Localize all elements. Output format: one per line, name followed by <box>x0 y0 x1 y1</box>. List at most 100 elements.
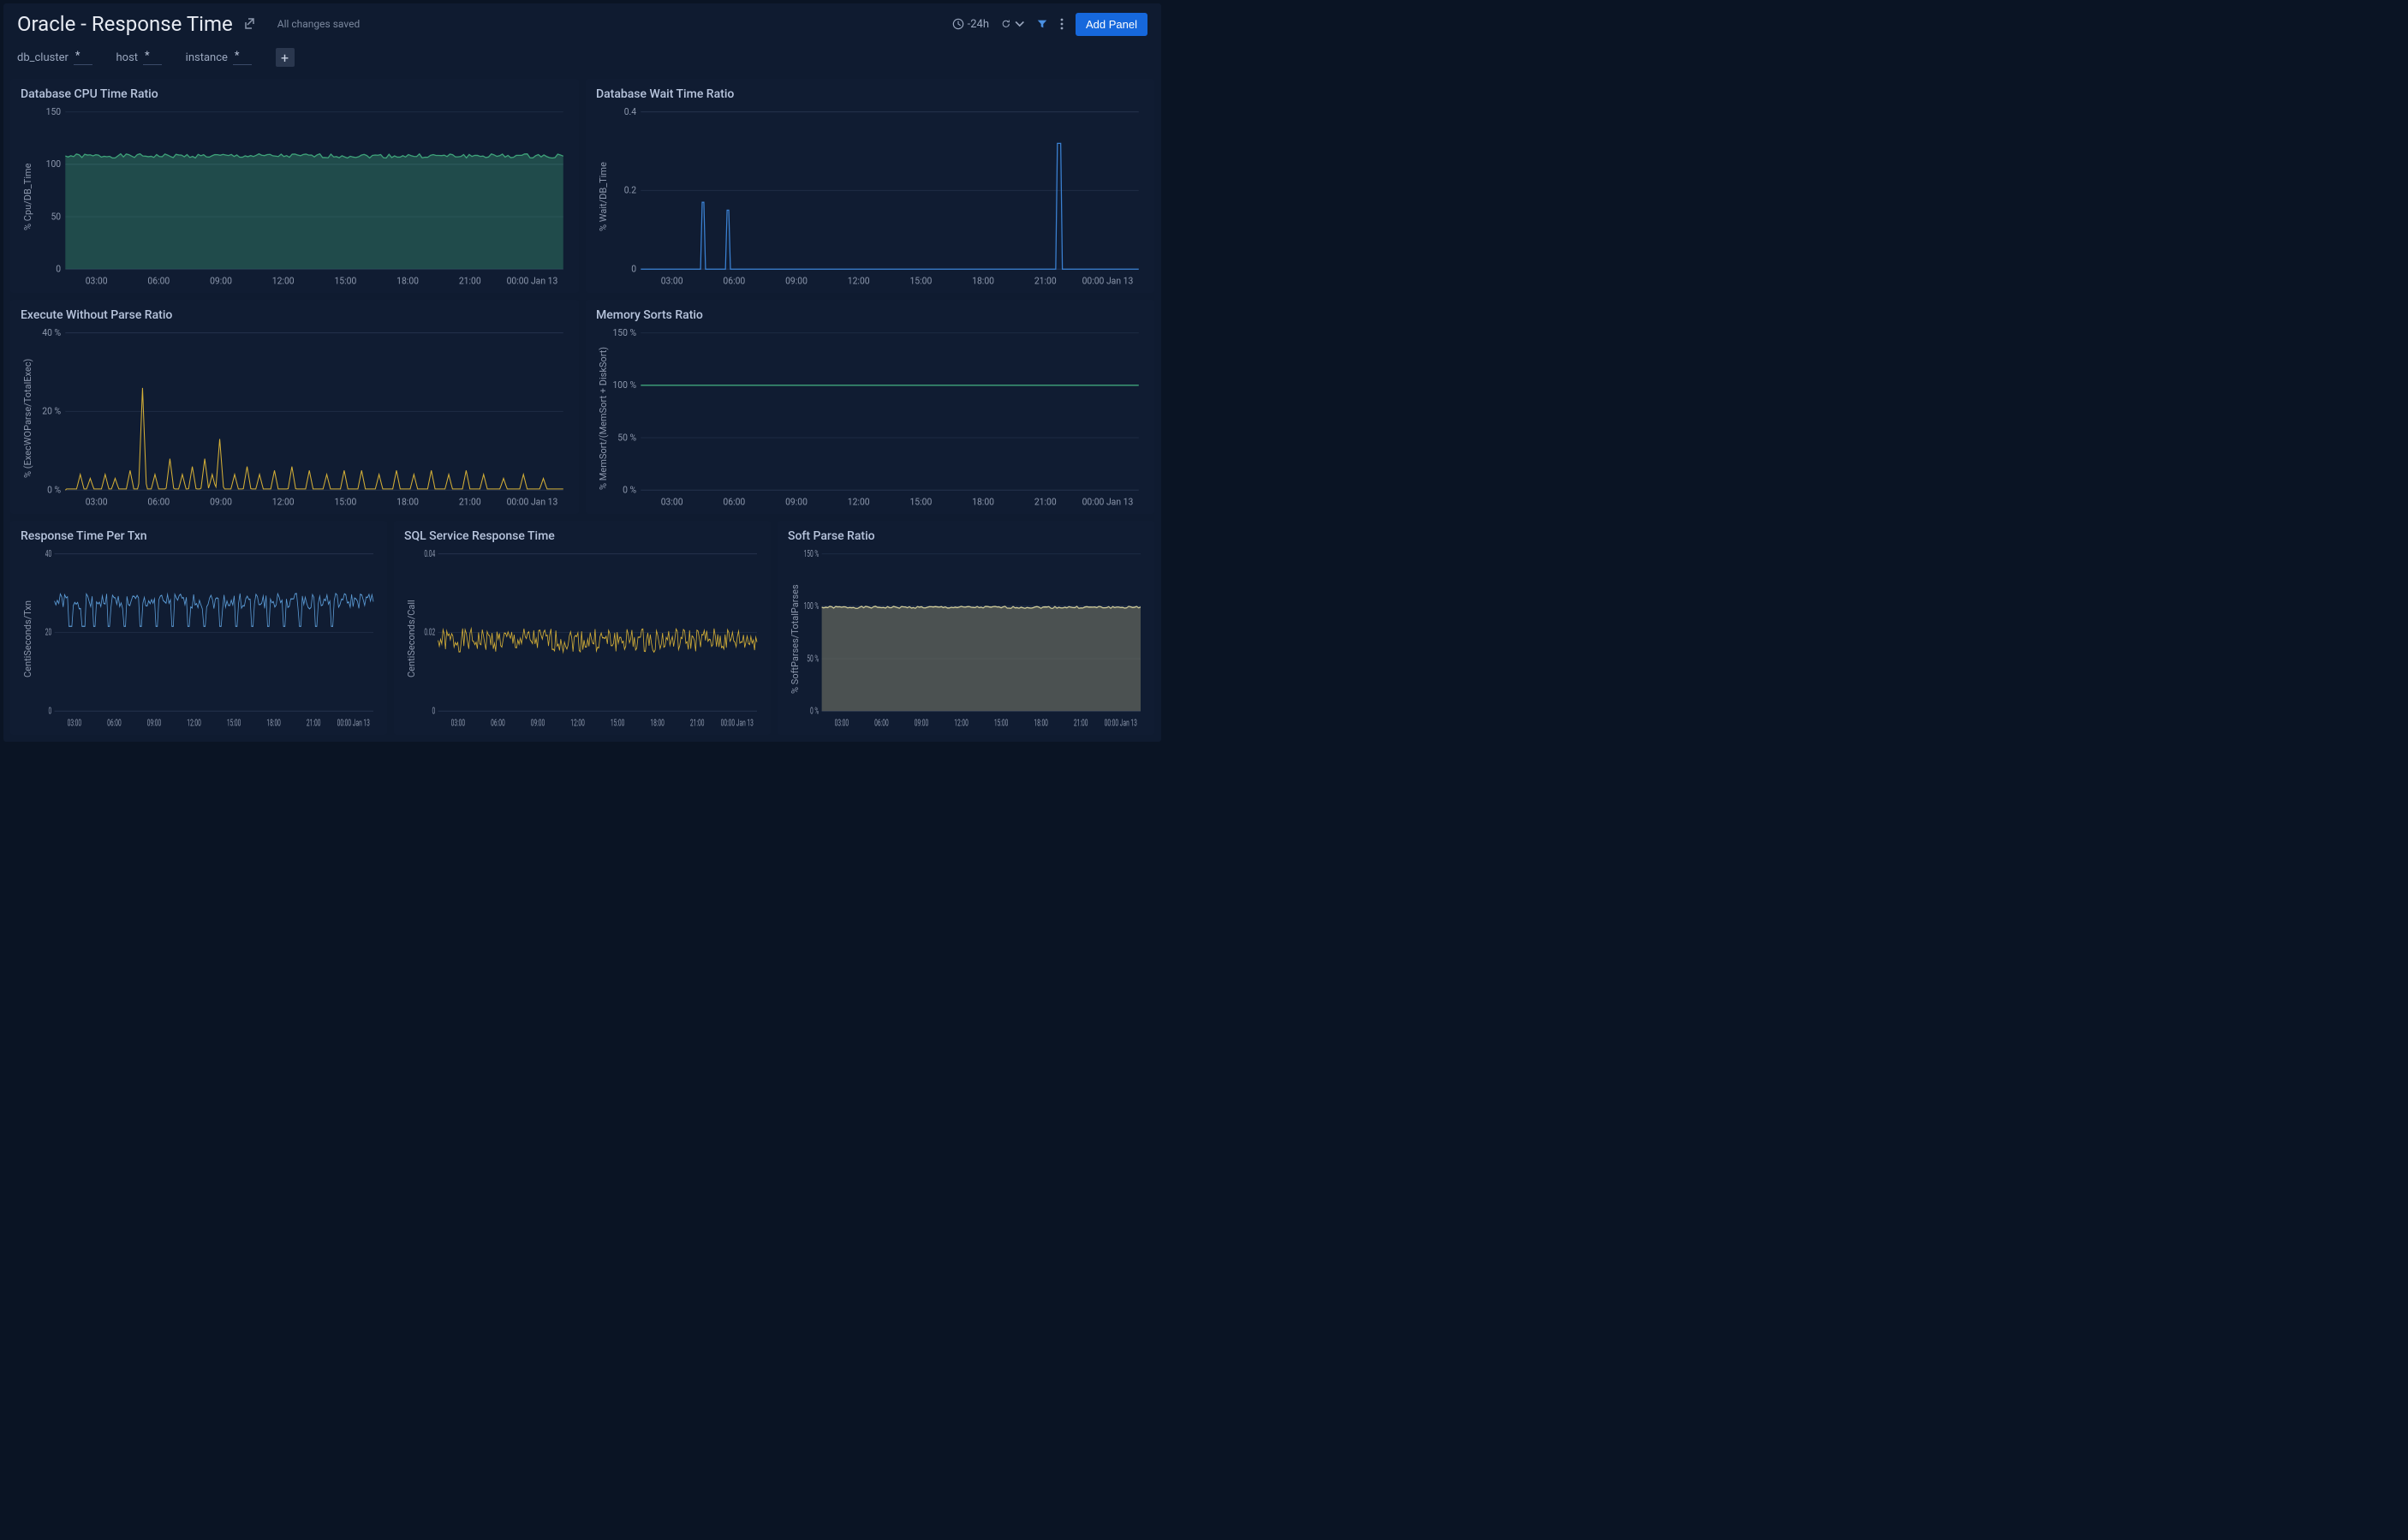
panel-wait-time-ratio[interactable]: Database Wait Time Ratio % Wait/DB_Time … <box>586 79 1154 293</box>
svg-text:15:00: 15:00 <box>909 275 932 286</box>
svg-text:15:00: 15:00 <box>611 719 625 729</box>
panel-sql-service-response-time[interactable]: SQL Service Response Time CentiSeconds/C… <box>394 521 771 735</box>
svg-text:20 %: 20 % <box>42 405 61 416</box>
svg-text:03:00: 03:00 <box>86 496 108 507</box>
panel-title: Execute Without Parse Ratio <box>21 308 569 322</box>
filter-value: * <box>74 50 92 65</box>
svg-text:50 %: 50 % <box>617 432 636 443</box>
svg-text:40 %: 40 % <box>42 327 61 338</box>
svg-text:09:00: 09:00 <box>147 719 162 729</box>
svg-text:15:00: 15:00 <box>334 496 356 507</box>
clock-icon <box>952 18 964 30</box>
refresh-icon <box>1001 19 1011 29</box>
kebab-icon <box>1060 18 1064 30</box>
refresh-button[interactable] <box>1001 19 1024 29</box>
svg-text:0.2: 0.2 <box>624 184 636 195</box>
svg-text:00:00 Jan 13: 00:00 Jan 13 <box>507 496 558 507</box>
svg-text:12:00: 12:00 <box>570 719 585 729</box>
panel-memory-sorts-ratio[interactable]: Memory Sorts Ratio % MemSort/(MemSort + … <box>586 300 1154 514</box>
svg-text:21:00: 21:00 <box>1034 496 1057 507</box>
y-axis-label: % (ExecWOParse/TotalExec) <box>21 325 35 510</box>
svg-text:150 %: 150 % <box>612 327 636 338</box>
svg-text:06:00: 06:00 <box>491 719 505 729</box>
svg-text:0.04: 0.04 <box>424 549 435 559</box>
svg-text:18:00: 18:00 <box>972 275 994 286</box>
y-axis-label: % MemSort/(MemSort + DiskSort) <box>596 325 611 510</box>
svg-text:12:00: 12:00 <box>187 719 201 729</box>
svg-text:03:00: 03:00 <box>86 275 108 286</box>
plus-icon: + <box>281 50 289 66</box>
svg-text:09:00: 09:00 <box>915 719 929 729</box>
panel-title: Soft Parse Ratio <box>788 529 1144 543</box>
svg-text:12:00: 12:00 <box>848 275 870 286</box>
svg-text:06:00: 06:00 <box>107 719 122 729</box>
svg-text:15:00: 15:00 <box>334 275 356 286</box>
filter-bar: db_cluster * host * instance * + <box>3 43 1161 79</box>
panel-execute-without-parse[interactable]: Execute Without Parse Ratio % (ExecWOPar… <box>10 300 579 514</box>
svg-text:06:00: 06:00 <box>723 496 745 507</box>
svg-text:09:00: 09:00 <box>210 496 232 507</box>
svg-text:0: 0 <box>432 707 436 717</box>
time-range-picker[interactable]: -24h <box>952 18 989 31</box>
svg-text:18:00: 18:00 <box>396 496 419 507</box>
svg-text:0: 0 <box>49 707 52 717</box>
svg-text:00:00 Jan 13: 00:00 Jan 13 <box>507 275 558 286</box>
svg-text:15:00: 15:00 <box>994 719 1009 729</box>
svg-text:50 %: 50 % <box>807 654 819 665</box>
y-axis-label: CentiSeconds/Call <box>404 546 419 731</box>
filter-button[interactable] <box>1036 18 1048 30</box>
svg-text:50: 50 <box>51 211 61 222</box>
svg-text:06:00: 06:00 <box>874 719 889 729</box>
svg-text:21:00: 21:00 <box>1034 275 1057 286</box>
filter-value: * <box>143 50 162 65</box>
chevron-down-icon <box>1015 19 1025 29</box>
more-options-button[interactable] <box>1060 18 1064 30</box>
svg-text:18:00: 18:00 <box>972 496 994 507</box>
svg-text:06:00: 06:00 <box>147 496 170 507</box>
svg-text:03:00: 03:00 <box>835 719 849 729</box>
svg-text:18:00: 18:00 <box>1034 719 1048 729</box>
svg-text:18:00: 18:00 <box>266 719 281 729</box>
svg-text:0 %: 0 % <box>810 707 820 717</box>
svg-text:150 %: 150 % <box>804 549 820 559</box>
panel-title: Memory Sorts Ratio <box>596 308 1144 322</box>
panel-cpu-time-ratio[interactable]: Database CPU Time Ratio % Cpu/DB_Time 05… <box>10 79 579 293</box>
svg-text:03:00: 03:00 <box>451 719 466 729</box>
y-axis-label: % Wait/DB_Time <box>596 104 611 289</box>
svg-text:12:00: 12:00 <box>848 496 870 507</box>
svg-text:00:00 Jan 13: 00:00 Jan 13 <box>1082 275 1134 286</box>
add-filter-button[interactable]: + <box>276 48 295 67</box>
y-axis-label: % SoftParses/TotalParses <box>788 546 802 731</box>
svg-text:18:00: 18:00 <box>396 275 419 286</box>
add-panel-button[interactable]: Add Panel <box>1076 13 1147 36</box>
svg-text:15:00: 15:00 <box>227 719 241 729</box>
panel-response-time-per-txn[interactable]: Response Time Per Txn CentiSeconds/Txn 0… <box>10 521 387 735</box>
svg-text:15:00: 15:00 <box>909 496 932 507</box>
svg-text:0: 0 <box>631 263 636 274</box>
svg-text:03:00: 03:00 <box>68 719 82 729</box>
svg-text:21:00: 21:00 <box>1074 719 1088 729</box>
svg-text:20: 20 <box>45 628 51 638</box>
svg-text:09:00: 09:00 <box>785 275 808 286</box>
svg-text:00:00 Jan 13: 00:00 Jan 13 <box>1105 719 1137 729</box>
filter-instance[interactable]: instance * <box>186 50 252 65</box>
panel-title: Response Time Per Txn <box>21 529 377 543</box>
filter-label: host <box>116 51 139 64</box>
svg-text:100 %: 100 % <box>804 602 820 612</box>
svg-text:00:00 Jan 13: 00:00 Jan 13 <box>1082 496 1134 507</box>
share-icon[interactable] <box>243 17 257 31</box>
filter-host[interactable]: host * <box>116 50 162 65</box>
save-status: All changes saved <box>277 18 360 30</box>
svg-text:100 %: 100 % <box>612 379 636 391</box>
svg-text:21:00: 21:00 <box>690 719 705 729</box>
svg-text:21:00: 21:00 <box>459 496 481 507</box>
page-title: Oracle - Response Time <box>17 12 233 36</box>
panel-soft-parse-ratio[interactable]: Soft Parse Ratio % SoftParses/TotalParse… <box>778 521 1154 735</box>
svg-text:09:00: 09:00 <box>785 496 808 507</box>
y-axis-label: % Cpu/DB_Time <box>21 104 35 289</box>
time-range-label: -24h <box>968 18 989 31</box>
svg-text:03:00: 03:00 <box>661 275 683 286</box>
svg-text:0 %: 0 % <box>47 484 61 495</box>
filter-db-cluster[interactable]: db_cluster * <box>17 50 92 65</box>
svg-text:0.02: 0.02 <box>424 628 435 638</box>
